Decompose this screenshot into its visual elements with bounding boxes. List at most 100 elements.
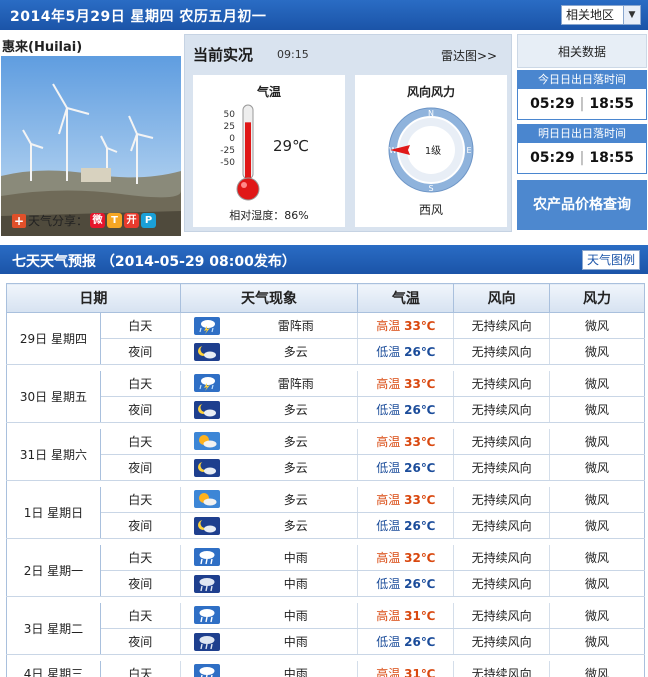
forecast-temp: 高温 31℃: [357, 602, 455, 629]
wind-farm-photo: [1, 56, 181, 236]
forecast-temp: 高温 31℃: [357, 660, 455, 677]
forecast-wind-force: 微风: [549, 338, 645, 365]
today-sun-block: 今日日出日落时间 05:29 | 18:55: [517, 70, 647, 120]
forecast-temp: 低温 26℃: [357, 570, 455, 597]
forecast-temp-value: 26℃: [404, 577, 436, 591]
forecast-wind-dir: 无持续风向: [453, 628, 551, 655]
forecast-row: 4日 星期三 白天 中雨 高温 31℃ 无持续风向 微风: [6, 660, 645, 677]
forecast-table: 日期 天气现象 气温 风向 风力 29日 星期四 白天 雷阵雨 高温 33℃ 无持续风向…: [6, 283, 645, 677]
forecast-temp-value: 33℃: [404, 492, 436, 507]
tomorrow-sun-block: 明日日出日落时间 05:29 | 18:55: [517, 124, 647, 174]
forecast-period: 夜间: [100, 454, 181, 481]
forecast-temp-label: 高温: [376, 319, 401, 333]
qzone-icon[interactable]: P: [141, 213, 157, 228]
forecast-weather: 多云: [234, 338, 359, 365]
forecast-wind-force: 微风: [549, 628, 645, 655]
forecast-weather: 雷阵雨: [234, 312, 359, 339]
forecast-temp: 高温 33℃: [357, 370, 455, 397]
forecast-weather: 多云: [234, 396, 359, 423]
forecast-weather: 中雨: [234, 660, 359, 677]
forecast-row: 夜间 多云 低温 26℃ 无持续风向 微风: [7, 454, 645, 481]
forecast-temp-label: 低温: [376, 461, 401, 475]
forecast-date: 29日 星期四: [6, 312, 101, 365]
forecast-weather: 多云: [234, 454, 359, 481]
forecast-period: 白天: [100, 486, 181, 513]
forecast-date: 31日 星期六: [6, 428, 101, 481]
city-name: 惠来(Huilai): [2, 40, 83, 55]
wind-direction: 西风: [418, 203, 443, 217]
forecast-temp-label: 低温: [376, 577, 401, 591]
forecast-period: 白天: [100, 312, 181, 339]
forecast-temp-label: 高温: [376, 492, 401, 507]
forecast-weather: 多云: [234, 486, 359, 513]
scale-tick-0: 0: [229, 134, 235, 144]
share-label: 天气分享：: [28, 214, 89, 228]
forecast-temp-value: 26℃: [404, 403, 436, 417]
forecast-temp-value: 26℃: [404, 519, 436, 533]
partly-cloudy-icon: [180, 428, 235, 455]
forecast-temp-value: 33℃: [404, 434, 436, 449]
col-temp: 气温: [357, 283, 455, 313]
tomorrow-sunrise: 05:29: [530, 150, 575, 166]
forecast-wind-dir: 无持续风向: [453, 370, 551, 397]
forecast-temp-label: 低温: [376, 345, 401, 359]
forecast-temp: 高温 32℃: [357, 544, 455, 571]
chevron-down-icon[interactable]: ▼: [623, 6, 640, 24]
city-photo: [1, 56, 181, 236]
forecast-wind-dir: 无持续风向: [453, 602, 551, 629]
night-rain-icon: [180, 570, 235, 597]
forecast-temp: 高温 33℃: [357, 486, 455, 513]
weather-legend-button[interactable]: 天气图例: [582, 250, 640, 270]
forecast-wind-dir: 无持续风向: [453, 396, 551, 423]
forecast-temp-value: 26℃: [404, 345, 436, 359]
forecast-temp-label: 低温: [376, 403, 401, 417]
forecast-wind-dir: 无持续风向: [453, 570, 551, 597]
forecast-date: 1日 星期日: [6, 486, 101, 539]
compass-e: E: [466, 146, 471, 155]
forecast-row: 夜间 多云 低温 26℃ 无持续风向 微风: [7, 396, 645, 423]
forecast-wind-force: 微风: [549, 396, 645, 423]
weibo-icon[interactable]: 微: [90, 213, 106, 228]
forecast-title: 七天天气预报 （2014-05-29 08:00发布）: [12, 254, 296, 270]
forecast-temp-value: 26℃: [404, 461, 436, 475]
temperature-value: 29℃: [273, 137, 309, 155]
forecast-temp-value: 33℃: [404, 319, 436, 333]
forecast-wind-force: 微风: [549, 370, 645, 397]
forecast-period: 夜间: [100, 338, 181, 365]
kaixin-icon[interactable]: 开: [124, 213, 140, 228]
forecast-temp: 低温 26℃: [357, 512, 455, 539]
forecast-period: 白天: [100, 602, 181, 629]
moderate-rain-icon: [180, 602, 235, 629]
tencent-weibo-icon[interactable]: T: [107, 213, 123, 228]
region-select[interactable]: 相关地区 ▼: [561, 5, 641, 25]
moderate-rain-icon: [180, 544, 235, 571]
radar-link[interactable]: 雷达图>>: [441, 47, 497, 64]
forecast-row: 夜间 中雨 低温 26℃ 无持续风向 微风: [7, 628, 645, 655]
forecast-wind-force: 微风: [549, 512, 645, 539]
forecast-temp-value: 26℃: [404, 635, 436, 649]
forecast-wind-dir: 无持续风向: [453, 660, 551, 677]
forecast-wind-dir: 无持续风向: [453, 428, 551, 455]
plus-icon[interactable]: +: [12, 213, 26, 228]
current-conditions: 当前实况 09:15 雷达图>> 气温 50 25 0 -25 -50 29℃ …: [184, 34, 512, 232]
forecast-row: 1日 星期日 白天 多云 高温 33℃ 无持续风向 微风: [6, 486, 645, 539]
agri-price-button[interactable]: 农产品价格查询: [517, 180, 647, 230]
forecast-wind-dir: 无持续风向: [453, 544, 551, 571]
tomorrow-sun-times: 05:29 | 18:55: [530, 150, 634, 166]
forecast-wind-force: 微风: [549, 312, 645, 339]
forecast-temp-value: 31℃: [404, 666, 436, 677]
moderate-rain-icon: [180, 660, 235, 677]
temperature-title: 气温: [256, 85, 281, 99]
forecast-row: 30日 星期五 白天 雷阵雨 高温 33℃ 无持续风向 微风: [6, 370, 645, 423]
tomorrow-sun-title: 明日日出日落时间: [518, 125, 646, 143]
today-sunrise: 05:29: [530, 96, 575, 112]
forecast-temp: 低温 26℃: [357, 454, 455, 481]
top-bar: 2014年5月29日 星期四 农历五月初一 相关地区 ▼: [0, 0, 648, 30]
temperature-box: 气温 50 25 0 -25 -50 29℃ 相对湿度：86%: [193, 75, 345, 227]
forecast-period: 夜间: [100, 628, 181, 655]
forecast-temp-label: 低温: [376, 519, 401, 533]
scale-tick-neg25: -25: [220, 146, 235, 156]
related-title: 相关数据: [517, 34, 647, 68]
forecast-wind-dir: 无持续风向: [453, 486, 551, 513]
forecast-weather: 中雨: [234, 570, 359, 597]
